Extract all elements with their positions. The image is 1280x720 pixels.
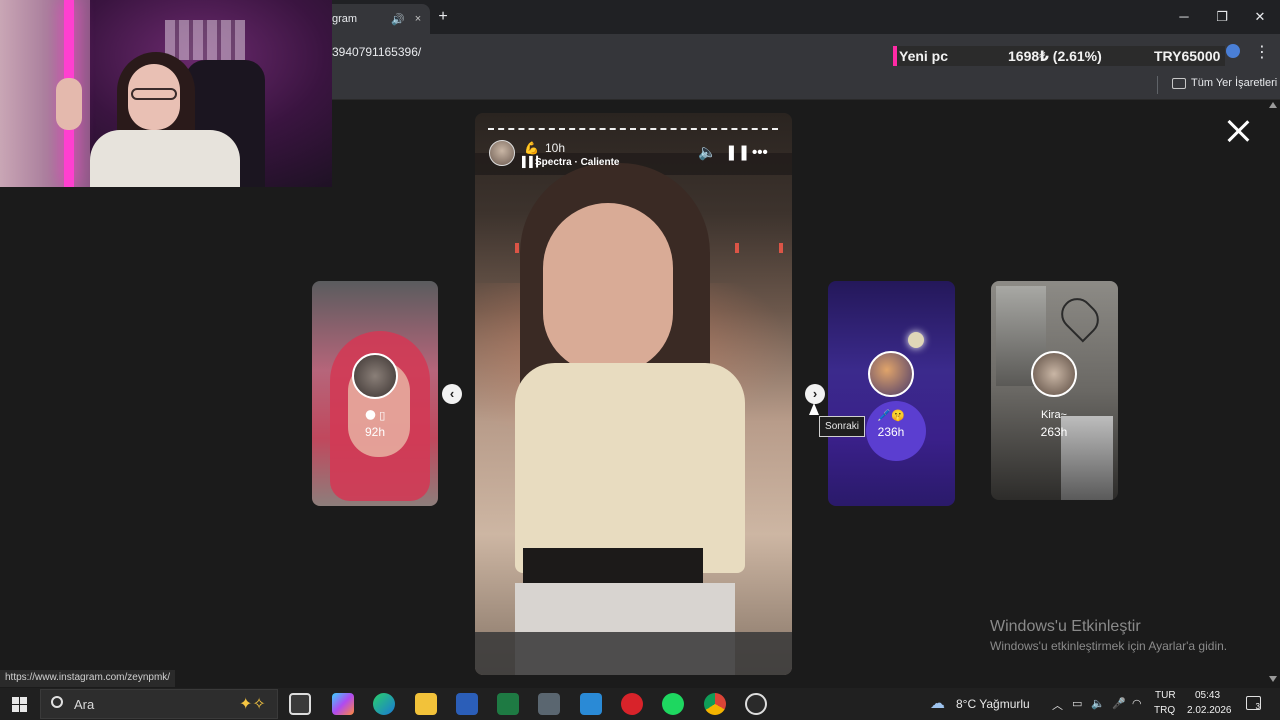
ticker-amount: 1698₺ (2.61%) — [1008, 48, 1102, 64]
volume-tray-icon[interactable]: 🔈 — [1091, 697, 1105, 710]
scrollbar-up-arrow[interactable] — [1269, 102, 1277, 108]
wifi-icon[interactable]: ◠ — [1132, 697, 1142, 710]
ticker-accent — [893, 46, 897, 66]
copilot-icon[interactable] — [332, 693, 354, 715]
browser-tab[interactable]: gram 🔊 × — [318, 4, 430, 34]
bookmarks-separator — [1157, 76, 1158, 94]
new-tab-button[interactable]: + — [434, 8, 452, 26]
pause-icon[interactable]: ❚❚ — [725, 145, 750, 161]
maximize-button[interactable]: ❐ — [1208, 6, 1236, 28]
file-explorer-icon[interactable] — [415, 693, 437, 715]
card-time: 263h — [1040, 425, 1068, 439]
scrollbar-down-arrow[interactable] — [1269, 676, 1277, 682]
tab-close-icon[interactable]: × — [410, 13, 426, 25]
screen: gram 🔊 × + ─ ❐ ✕ 3940791165396/ Yeni pc … — [0, 0, 1280, 720]
status-bar-url: https://www.instagram.com/zeynpmk/ — [0, 670, 176, 687]
weather-text[interactable]: 8°C Yağmurlu — [956, 697, 1030, 711]
chevron-up-icon[interactable]: ︿ — [1052, 697, 1063, 713]
obs-icon[interactable] — [745, 693, 767, 715]
calculator-icon[interactable] — [538, 693, 560, 715]
word-icon[interactable] — [456, 693, 478, 715]
next-tooltip: Sonraki — [819, 416, 865, 437]
task-view-icon[interactable] — [289, 693, 311, 715]
browser-menu-icon[interactable]: ⋮ — [1254, 42, 1270, 62]
extension-icon[interactable] — [1226, 44, 1240, 58]
webcam-posters — [165, 20, 245, 60]
card-name: 🌑 ▯ — [364, 410, 386, 422]
copilot-sparkle-icon[interactable]: ✦✧ — [239, 694, 266, 714]
next-story-button[interactable]: › — [805, 384, 825, 404]
donation-ticker: Yeni pc 1698₺ (2.61%) TRY65000 — [893, 46, 1225, 66]
url-text[interactable]: 3940791165396/ — [332, 45, 421, 59]
card-name: Kira~ — [1041, 409, 1067, 421]
battery-icon[interactable]: ▭ — [1072, 697, 1082, 710]
activation-subtitle: Windows'u etkinleştirmek için Ayarlar'a … — [990, 639, 1228, 653]
keyboard-layout[interactable]: TRQ — [1154, 705, 1175, 716]
story-time: 10h — [545, 141, 566, 155]
search-icon — [51, 696, 63, 708]
story-person-top — [515, 363, 745, 573]
notification-center-icon[interactable]: 3 — [1246, 696, 1261, 711]
story-progress-bar — [488, 128, 778, 130]
ticker-label: Yeni pc — [899, 48, 949, 64]
story-card-next[interactable]: 🖊️🤫 236h — [828, 281, 955, 506]
card-moon — [908, 332, 924, 348]
heart-icon — [1054, 291, 1106, 343]
search-placeholder: Ara — [74, 697, 95, 712]
story-main[interactable] — [475, 113, 792, 675]
windows-start-icon[interactable] — [12, 697, 27, 712]
webcam-overlay — [0, 0, 332, 187]
activation-title: Windows'u Etkinleştir — [990, 618, 1141, 635]
card-avatar — [352, 353, 398, 399]
story-header: 💪 10h ▌▌▎ Spectra · Caliente 🔈 ❚❚ ••• — [489, 140, 779, 170]
webcam-person-glasses — [131, 88, 177, 100]
card-avatar — [868, 351, 914, 397]
story-emoji: 💪 — [524, 141, 539, 155]
speaker-icon[interactable]: 🔊 — [390, 13, 406, 26]
notification-count: 3 — [1255, 702, 1260, 711]
spotify-icon[interactable] — [662, 693, 684, 715]
story-person-face — [543, 203, 673, 373]
clock-date[interactable]: 2.02.2026 — [1187, 705, 1232, 716]
microphone-icon[interactable]: 🎤 — [1112, 697, 1126, 710]
close-window-button[interactable]: ✕ — [1246, 6, 1274, 28]
edge-icon[interactable] — [373, 693, 395, 715]
opera-icon[interactable] — [621, 693, 643, 715]
close-icon[interactable] — [1226, 119, 1250, 143]
previous-story-button[interactable]: ‹ — [442, 384, 462, 404]
more-options-icon[interactable]: ••• — [752, 145, 768, 161]
webcam-person-hand — [56, 78, 82, 130]
story-music-label[interactable]: Spectra · Caliente — [535, 157, 619, 168]
all-bookmarks-link[interactable]: Tüm Yer İşaretleri — [1191, 77, 1277, 89]
input-language[interactable]: TUR — [1155, 690, 1176, 701]
story-card-later[interactable]: Kira~ 263h — [991, 281, 1118, 500]
tab-title: gram — [332, 13, 358, 25]
story-reply-bar[interactable] — [475, 632, 792, 675]
webcam-person-shirt — [90, 130, 240, 187]
weather-icon[interactable]: ☁ — [930, 694, 945, 712]
folder-icon[interactable] — [1172, 78, 1186, 89]
card-avatar — [1031, 351, 1077, 397]
chrome-icon[interactable] — [704, 693, 726, 715]
story-person-waistband — [523, 548, 703, 588]
card-time: 92h — [364, 425, 386, 439]
clock-time[interactable]: 05:43 — [1195, 690, 1220, 701]
story-avatar[interactable] — [489, 140, 515, 166]
ticker-goal: TRY65000 — [1154, 48, 1221, 64]
story-card-previous[interactable]: 🌑 ▯ 92h — [312, 281, 438, 506]
store-icon[interactable] — [580, 693, 602, 715]
minimize-button[interactable]: ─ — [1170, 6, 1198, 28]
windows-taskbar: Ara ✦✧ ☁ 8°C Yağmurlu ︿ ▭ 🔈 🎤 ◠ TUR TRQ … — [0, 688, 1280, 720]
taskbar-search-box[interactable]: Ara ✦✧ — [40, 689, 278, 719]
excel-icon[interactable] — [497, 693, 519, 715]
mouse-cursor-icon — [809, 403, 819, 415]
volume-icon[interactable]: 🔈 — [698, 145, 717, 161]
